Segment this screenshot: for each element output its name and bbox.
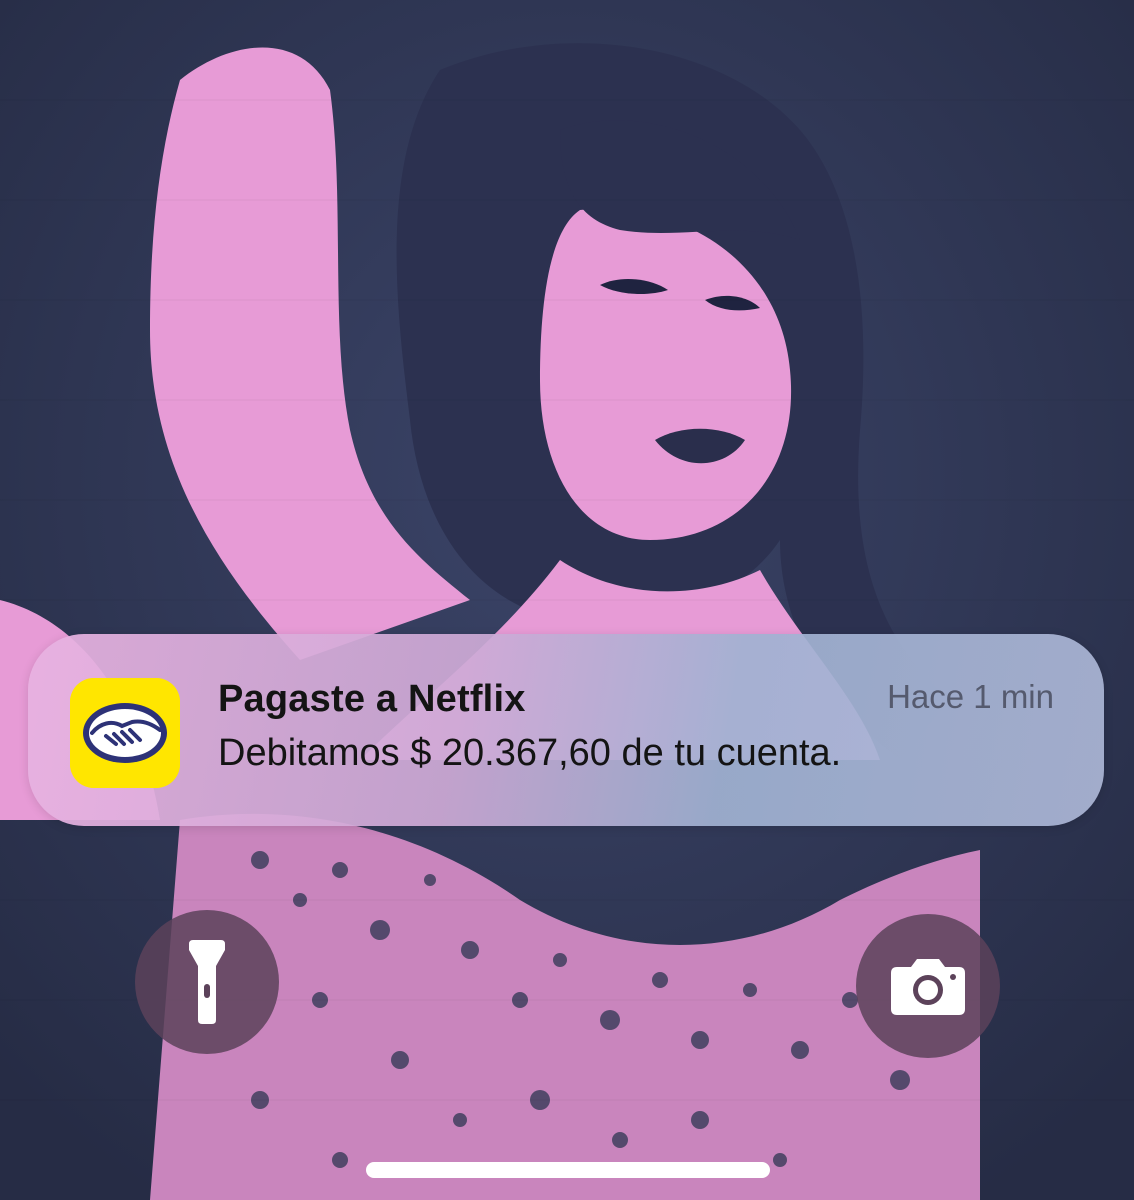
- lock-screen: Pagaste a Netflix Hace 1 min Debitamos $…: [0, 0, 1134, 1200]
- flashlight-icon: [189, 940, 225, 1024]
- camera-button[interactable]: [856, 914, 1000, 1058]
- home-indicator[interactable]: [366, 1162, 770, 1178]
- camera-icon: [891, 959, 965, 1015]
- notification-title: Pagaste a Netflix: [218, 678, 526, 720]
- notification-body: Debitamos $ 20.367,60 de tu cuenta.: [218, 732, 842, 774]
- mercado-pago-handshake-icon: [70, 678, 180, 788]
- notification-banner[interactable]: Pagaste a Netflix Hace 1 min Debitamos $…: [28, 634, 1104, 826]
- flashlight-button[interactable]: [135, 910, 279, 1054]
- notification-time: Hace 1 min: [887, 678, 1054, 715]
